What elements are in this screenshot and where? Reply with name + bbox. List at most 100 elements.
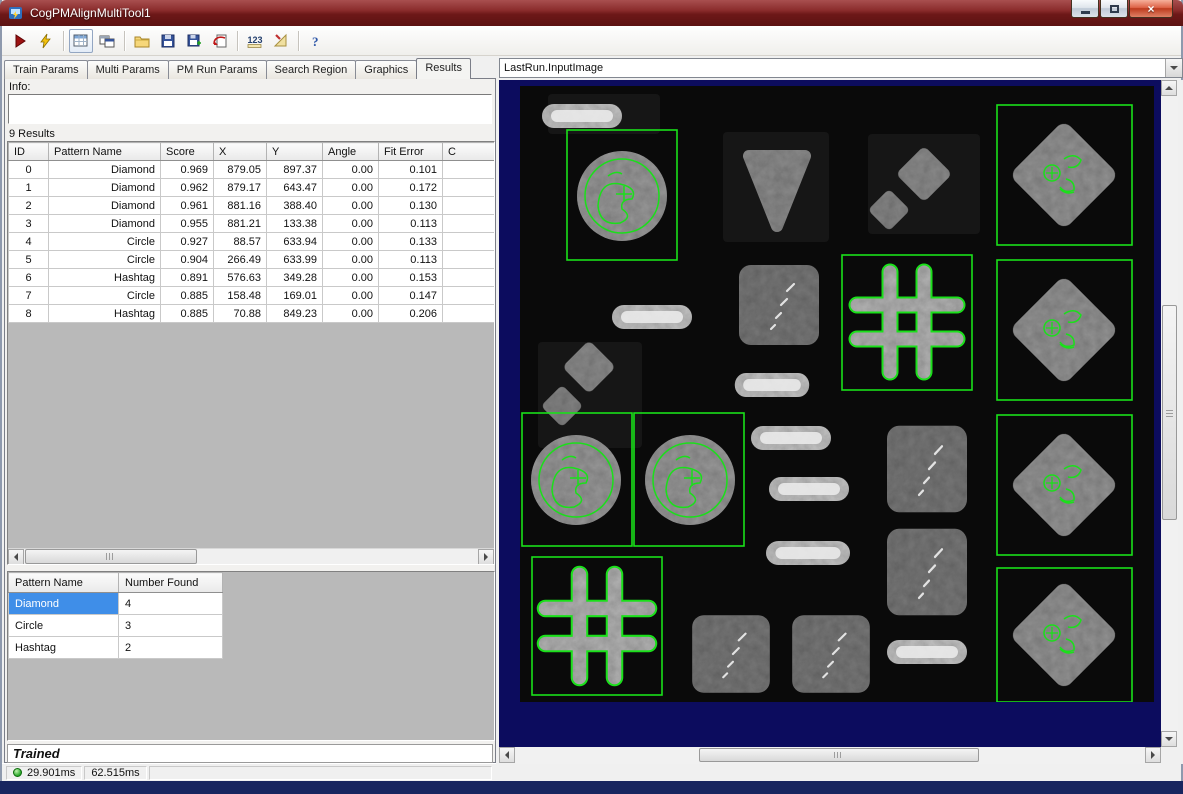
maximize-button[interactable] [1100, 0, 1128, 18]
image-source-combobox[interactable]: LastRun.InputImage [499, 58, 1183, 78]
save-image-button[interactable] [182, 29, 206, 53]
cell-angle[interactable]: 0.00 [323, 197, 379, 215]
col-header-c[interactable]: C [443, 143, 496, 161]
cell-fit-error[interactable]: 0.113 [379, 215, 443, 233]
cell-x[interactable]: 158.48 [214, 287, 267, 305]
tab-multi-params[interactable]: Multi Params [87, 60, 169, 79]
cell-x[interactable]: 266.49 [214, 251, 267, 269]
scroll-left-button[interactable] [499, 747, 515, 763]
image-vscrollbar[interactable] [1161, 80, 1178, 747]
cell-score[interactable]: 0.955 [161, 215, 214, 233]
cell-y[interactable]: 897.37 [267, 161, 323, 179]
float-window-button[interactable] [95, 29, 119, 53]
cell-score[interactable]: 0.927 [161, 233, 214, 251]
cell-c[interactable] [443, 287, 496, 305]
scroll-up-button[interactable] [1161, 80, 1177, 96]
cell-id[interactable]: 3 [9, 215, 49, 233]
cell-y[interactable]: 388.40 [267, 197, 323, 215]
cell-fit-error[interactable]: 0.113 [379, 251, 443, 269]
cell-angle[interactable]: 0.00 [323, 305, 379, 323]
cell-pattern[interactable]: Circle [9, 615, 119, 637]
cell-c[interactable] [443, 161, 496, 179]
cell-y[interactable]: 849.23 [267, 305, 323, 323]
col-header-angle[interactable]: Angle [323, 143, 379, 161]
trigger-button[interactable] [34, 29, 58, 53]
cell-pattern[interactable]: Hashtag [49, 269, 161, 287]
combo-dropdown-button[interactable] [1165, 59, 1182, 77]
cell-score[interactable]: 0.891 [161, 269, 214, 287]
cell-fit-error[interactable]: 0.172 [379, 179, 443, 197]
cell-y[interactable]: 643.47 [267, 179, 323, 197]
cell-angle[interactable]: 0.00 [323, 233, 379, 251]
cell-score[interactable]: 0.885 [161, 305, 214, 323]
cell-score[interactable]: 0.962 [161, 179, 214, 197]
scroll-down-button[interactable] [1161, 731, 1177, 747]
cell-x[interactable]: 879.17 [214, 179, 267, 197]
col-header-y[interactable]: Y [267, 143, 323, 161]
cell-fit-error[interactable]: 0.130 [379, 197, 443, 215]
cell-fit-error[interactable]: 0.133 [379, 233, 443, 251]
scroll-right-button[interactable] [1145, 747, 1161, 763]
cell-c[interactable] [443, 251, 496, 269]
col-header-pattern-name[interactable]: Pattern Name [9, 573, 119, 593]
cell-count[interactable]: 4 [119, 593, 223, 615]
col-header-pattern-name[interactable]: Pattern Name [49, 143, 161, 161]
cell-x[interactable]: 881.16 [214, 197, 267, 215]
cell-score[interactable]: 0.961 [161, 197, 214, 215]
cell-pattern[interactable]: Diamond [49, 215, 161, 233]
results-grid-hscrollbar[interactable] [8, 548, 494, 564]
cell-pattern[interactable]: Diamond [49, 197, 161, 215]
save-file-button[interactable] [156, 29, 180, 53]
cell-id[interactable]: 6 [9, 269, 49, 287]
scroll-left-button[interactable] [8, 549, 24, 565]
cell-y[interactable]: 169.01 [267, 287, 323, 305]
cell-id[interactable]: 4 [9, 233, 49, 251]
cell-c[interactable] [443, 215, 496, 233]
cell-c[interactable] [443, 305, 496, 323]
cell-pattern[interactable]: Circle [49, 233, 161, 251]
cell-y[interactable]: 633.94 [267, 233, 323, 251]
tab-train-params[interactable]: Train Params [4, 60, 88, 79]
info-textbox[interactable] [8, 94, 492, 124]
cell-id[interactable]: 7 [9, 287, 49, 305]
cell-pattern[interactable]: Diamond [49, 179, 161, 197]
scrollbar-thumb[interactable] [699, 748, 979, 762]
cell-count[interactable]: 3 [119, 615, 223, 637]
cell-count[interactable]: 2 [119, 637, 223, 659]
cell-angle[interactable]: 0.00 [323, 251, 379, 269]
cell-x[interactable]: 881.21 [214, 215, 267, 233]
cell-y[interactable]: 349.28 [267, 269, 323, 287]
col-header-fit-error[interactable]: Fit Error [379, 143, 443, 161]
scrollbar-thumb[interactable] [1162, 305, 1177, 520]
tab-pm-run-params[interactable]: PM Run Params [168, 60, 267, 79]
results-grid-toggle[interactable] [69, 29, 93, 53]
cell-c[interactable] [443, 179, 496, 197]
cell-c[interactable] [443, 233, 496, 251]
tab-search-region[interactable]: Search Region [266, 60, 357, 79]
tab-results[interactable]: Results [416, 58, 471, 79]
cell-score[interactable]: 0.969 [161, 161, 214, 179]
cell-x[interactable]: 70.88 [214, 305, 267, 323]
cell-angle[interactable]: 0.00 [323, 161, 379, 179]
import-image-button[interactable] [208, 29, 232, 53]
cell-id[interactable]: 1 [9, 179, 49, 197]
col-header-x[interactable]: X [214, 143, 267, 161]
titlebar[interactable]: CogPMAlignMultiTool1 × [0, 0, 1183, 26]
cell-x[interactable]: 88.57 [214, 233, 267, 251]
cell-angle[interactable]: 0.00 [323, 179, 379, 197]
col-header-score[interactable]: Score [161, 143, 214, 161]
cell-x[interactable]: 879.05 [214, 161, 267, 179]
cell-id[interactable]: 8 [9, 305, 49, 323]
cell-pattern[interactable]: Hashtag [9, 637, 119, 659]
cell-fit-error[interactable]: 0.147 [379, 287, 443, 305]
measure-button[interactable] [269, 29, 293, 53]
scroll-right-button[interactable] [478, 549, 494, 565]
numeric-format-button[interactable]: 123 [243, 29, 267, 53]
cell-angle[interactable]: 0.00 [323, 269, 379, 287]
cell-x[interactable]: 576.63 [214, 269, 267, 287]
cell-id[interactable]: 0 [9, 161, 49, 179]
cell-pattern[interactable]: Circle [49, 287, 161, 305]
cell-pattern[interactable]: Circle [49, 251, 161, 269]
close-button[interactable]: × [1129, 0, 1173, 18]
scrollbar-thumb[interactable] [25, 549, 197, 564]
